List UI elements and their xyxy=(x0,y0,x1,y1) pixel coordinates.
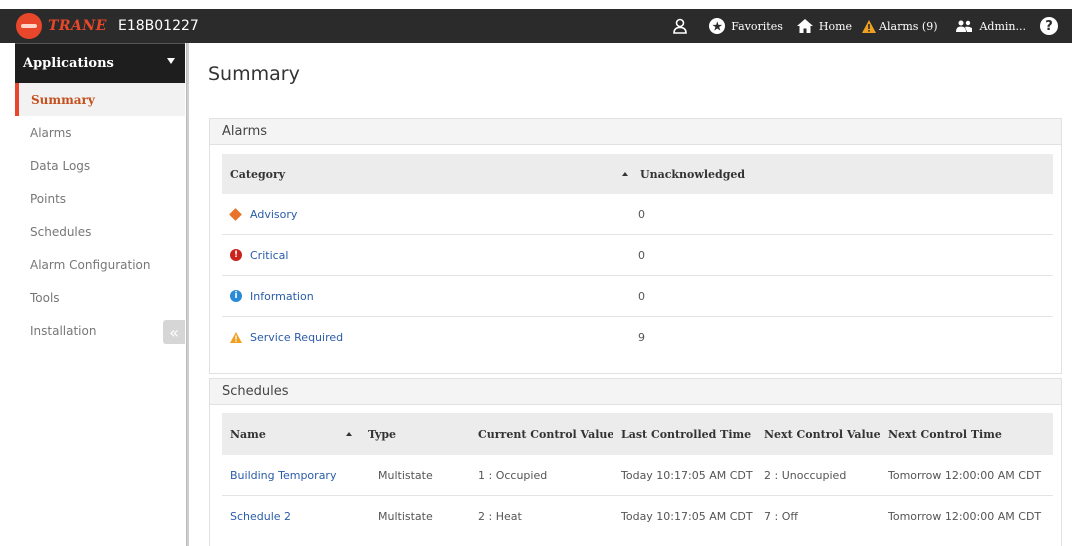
table-row: Service Required 9 xyxy=(222,317,1053,358)
critical-link[interactable]: Critical xyxy=(250,249,288,262)
top-right-nav: ★ Favorites Home Alarms (9) Admin... ? xyxy=(659,9,1072,43)
schedules-panel-title: Schedules xyxy=(210,379,1061,405)
column-header-current-control-value[interactable]: Current Control Value xyxy=(470,428,613,441)
column-header-name[interactable]: Name xyxy=(222,428,352,441)
top-bar: TRANE E18B01227 ★ Favorites Home Alarms … xyxy=(0,9,1072,43)
column-label: Name xyxy=(230,427,266,441)
unacknowledged-count: 0 xyxy=(638,248,645,262)
next-control-time: Tomorrow 12:00:00 AM CDT xyxy=(888,468,1042,482)
users-icon xyxy=(955,20,973,32)
information-icon: i xyxy=(230,290,242,302)
warning-icon xyxy=(862,19,877,33)
sidebar: Applications Summary Alarms Data Logs Po… xyxy=(15,43,185,546)
schedules-table: Name Type Current Control Value Last Con… xyxy=(222,413,1053,537)
column-header-unacknowledged[interactable]: Unacknowledged xyxy=(614,168,1053,181)
star-icon: ★ xyxy=(709,18,726,34)
schedules-panel: Schedules Name Type Current Control Valu… xyxy=(209,378,1062,546)
next-control-value: 7 : Off xyxy=(764,510,798,523)
table-row: i Information 0 xyxy=(222,276,1053,317)
alarms-button[interactable]: Alarms (9) xyxy=(862,19,938,33)
column-header-type[interactable]: Type xyxy=(352,428,470,441)
service-required-link[interactable]: Service Required xyxy=(250,331,343,344)
sidebar-item-points[interactable]: Points xyxy=(15,182,185,215)
sidebar-item-label: Installation xyxy=(30,323,97,338)
sidebar-item-label: Alarms xyxy=(30,125,72,140)
column-header-category[interactable]: Category xyxy=(222,168,614,181)
top-margin xyxy=(0,0,1072,9)
page-title: Summary xyxy=(208,63,300,85)
applications-dropdown[interactable]: Applications xyxy=(15,43,185,83)
last-controlled-time: Today 10:17:05 AM CDT xyxy=(621,468,753,482)
alarms-label: Alarms (9) xyxy=(879,19,938,33)
last-controlled-time: Today 10:17:05 AM CDT xyxy=(621,510,753,523)
next-control-time: Tomorrow 12:00:00 AM CDT xyxy=(888,510,1042,523)
sidebar-item-tools[interactable]: Tools xyxy=(15,281,185,314)
alarms-panel-title: Alarms xyxy=(210,119,1061,145)
column-header-next-control-value[interactable]: Next Control Value xyxy=(756,428,880,441)
help-icon[interactable]: ? xyxy=(1040,17,1058,35)
sidebar-item-schedules[interactable]: Schedules xyxy=(15,215,185,248)
information-link[interactable]: Information xyxy=(250,290,314,303)
sidebar-item-installation[interactable]: Installation xyxy=(15,314,185,347)
alarms-table: Category Unacknowledged Advisory 0 ! Cri… xyxy=(222,154,1053,358)
alarms-table-header: Category Unacknowledged xyxy=(222,154,1053,194)
column-header-last-controlled-time[interactable]: Last Controlled Time xyxy=(613,428,756,441)
device-id: E18B01227 xyxy=(118,18,199,34)
sidebar-item-summary[interactable]: Summary xyxy=(15,83,185,116)
admin-button[interactable]: Admin... xyxy=(955,20,1026,33)
current-control-value: 1 : Occupied xyxy=(478,468,548,482)
trane-logo-mark xyxy=(16,13,42,39)
favorites-label: Favorites xyxy=(731,19,783,33)
sort-ascending-icon xyxy=(622,172,628,176)
schedule-name-link[interactable]: Schedule 2 xyxy=(230,510,291,523)
logo-text: TRANE xyxy=(48,18,107,34)
main-content: Summary Alarms Category Unacknowledged A… xyxy=(189,43,1072,546)
sidebar-item-label: Schedules xyxy=(30,224,92,239)
user-button[interactable] xyxy=(673,18,688,34)
warning-icon xyxy=(230,332,242,344)
admin-label: Admin... xyxy=(979,19,1026,33)
sidebar-item-label: Points xyxy=(30,191,67,206)
schedule-type: Multistate xyxy=(378,468,433,482)
next-control-value: 2 : Unoccupied xyxy=(764,468,847,482)
sidebar-item-alarm-configuration[interactable]: Alarm Configuration xyxy=(15,248,185,281)
sidebar-item-label: Data Logs xyxy=(30,158,91,173)
unacknowledged-count: 0 xyxy=(638,207,645,221)
applications-label: Applications xyxy=(23,56,114,71)
caret-down-icon xyxy=(167,58,175,64)
table-row: Advisory 0 xyxy=(222,194,1053,235)
home-button[interactable]: Home xyxy=(796,19,853,33)
collapse-sidebar-button[interactable]: « xyxy=(163,320,185,344)
critical-icon: ! xyxy=(230,249,242,261)
trane-logo: TRANE xyxy=(16,13,107,39)
schedule-type: Multistate xyxy=(378,510,433,523)
table-row: Building Temporary Multistate 1 : Occupi… xyxy=(222,455,1053,496)
table-row: Schedule 2 Multistate 2 : Heat Today 10:… xyxy=(222,496,1053,537)
sidebar-item-alarms[interactable]: Alarms xyxy=(15,116,185,149)
sidebar-item-data-logs[interactable]: Data Logs xyxy=(15,149,185,182)
unacknowledged-count: 9 xyxy=(638,331,645,344)
sidebar-item-label: Tools xyxy=(30,290,60,305)
schedules-table-header: Name Type Current Control Value Last Con… xyxy=(222,413,1053,455)
table-row: ! Critical 0 xyxy=(222,235,1053,276)
unacknowledged-count: 0 xyxy=(638,289,645,303)
current-control-value: 2 : Heat xyxy=(478,510,522,523)
alarms-panel: Alarms Category Unacknowledged Advisory … xyxy=(209,118,1062,374)
column-label: Unacknowledged xyxy=(640,167,746,181)
home-icon xyxy=(796,19,813,33)
schedule-name-link[interactable]: Building Temporary xyxy=(230,469,336,482)
favorites-button[interactable]: ★ Favorites xyxy=(709,18,783,34)
column-header-next-control-time[interactable]: Next Control Time xyxy=(880,428,1053,441)
advisory-icon xyxy=(229,207,242,221)
user-icon xyxy=(673,18,688,34)
home-label: Home xyxy=(818,19,853,33)
sidebar-item-label: Alarm Configuration xyxy=(30,257,151,272)
advisory-link[interactable]: Advisory xyxy=(250,208,297,221)
sidebar-item-label: Summary xyxy=(31,92,95,107)
